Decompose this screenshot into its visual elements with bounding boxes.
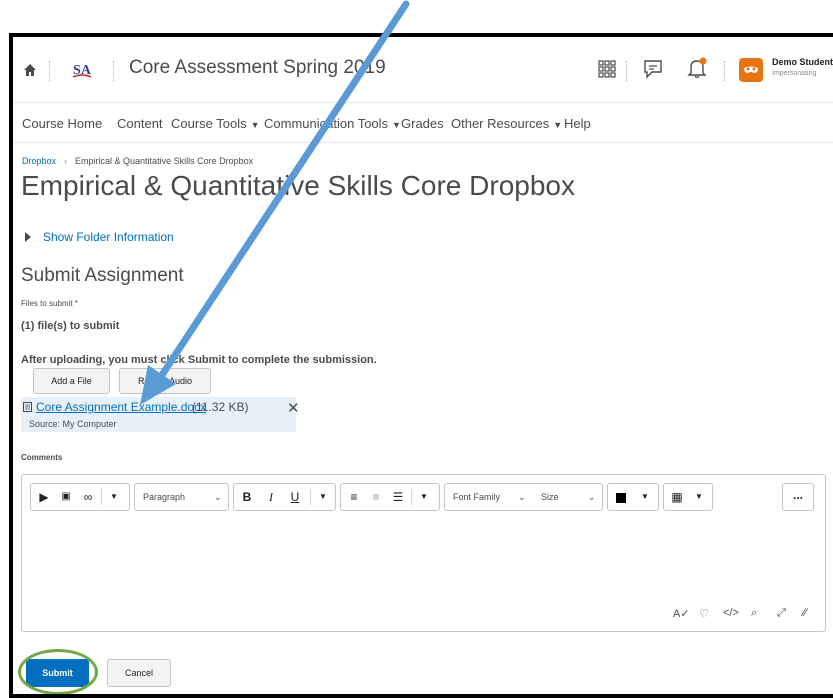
course-selector-icon[interactable] — [598, 60, 616, 78]
insert-group: ▶ ▣ ∞ ▼ — [30, 483, 130, 511]
fullscreen-icon[interactable]: ⤢ — [777, 607, 786, 620]
underline-icon[interactable]: U — [286, 484, 304, 510]
show-folder-information-toggle[interactable]: Show Folder Information — [25, 230, 174, 244]
breadcrumb: Dropbox › Empirical & Quantitative Skills … — [22, 156, 253, 166]
font-color-icon — [614, 484, 628, 510]
accessibility-check-icon[interactable]: ♡ — [699, 607, 709, 620]
insert-link-icon[interactable]: ∞ — [79, 484, 97, 510]
add-file-button[interactable]: Add a File — [33, 368, 110, 394]
user-status: Impersonating — [772, 70, 817, 77]
chevron-down-icon: ▼ — [250, 120, 260, 130]
more-options-button[interactable]: ... — [782, 483, 814, 511]
remove-file-icon[interactable]: ✕ — [287, 399, 300, 417]
font-family-dropdown[interactable]: Font Family — [453, 484, 500, 510]
notifications-icon[interactable] — [685, 56, 709, 80]
font-color-group[interactable]: ▼ — [607, 483, 659, 511]
indent-icon[interactable]: ≡ — [345, 484, 363, 510]
attached-file: Core Assignment Example.docx (11.32 KB) … — [21, 397, 300, 432]
bold-icon[interactable]: B — [238, 484, 256, 510]
lms-window: SA Core Assessment Spring 2019 Demo Stud… — [9, 33, 833, 698]
chevron-down-icon: ▼ — [641, 492, 649, 501]
chevron-down-icon: ⌄ — [588, 492, 596, 502]
home-icon[interactable] — [23, 63, 37, 77]
comments-label: Comments — [21, 453, 63, 462]
files-count: (1) file(s) to submit — [21, 320, 120, 332]
nav-content[interactable]: Content — [117, 116, 163, 131]
size-dropdown[interactable]: Size — [541, 484, 559, 510]
chevron-down-icon[interactable]: ▼ — [105, 484, 123, 510]
nav-help[interactable]: Help — [564, 116, 591, 131]
chevron-down-icon: ⌄ — [214, 492, 222, 502]
cancel-button[interactable]: Cancel — [107, 659, 171, 687]
message-alerts-icon[interactable] — [642, 58, 664, 80]
file-size: (11.32 KB) — [192, 400, 249, 414]
outdent-icon[interactable]: ≡ — [367, 484, 385, 510]
editor-toolbar: ▶ ▣ ∞ ▼ Paragraph ⌄ B I U ▼ ≡ ≡ ☰ ▼ Font… — [30, 483, 817, 511]
paragraph-dropdown[interactable]: Paragraph ⌄ — [134, 483, 229, 511]
italic-icon[interactable]: I — [262, 484, 280, 510]
file-name-link[interactable]: Core Assignment Example.docx — [36, 400, 206, 414]
chevron-down-icon: ⌄ — [518, 492, 526, 502]
record-audio-button[interactable]: Record Audio — [119, 368, 211, 394]
spellcheck-icon[interactable]: A✓ — [673, 607, 690, 620]
university-logo[interactable]: SA — [69, 57, 95, 81]
header-divider — [113, 61, 114, 81]
page-title: Empirical & Quantitative Skills Core Dro… — [21, 170, 575, 201]
submit-highlight-ring — [18, 649, 98, 694]
table-group[interactable]: ▦ ▼ — [663, 483, 713, 511]
file-source: Source: My Computer — [29, 419, 117, 429]
breadcrumb-dropbox-link[interactable]: Dropbox — [22, 156, 56, 166]
nav-grades[interactable]: Grades — [401, 116, 444, 131]
expand-triangle-icon — [25, 231, 31, 242]
user-name[interactable]: Demo Student — [772, 57, 833, 67]
list-icon[interactable]: ☰ — [389, 484, 407, 510]
comments-editor[interactable]: ▶ ▣ ∞ ▼ Paragraph ⌄ B I U ▼ ≡ ≡ ☰ ▼ Font… — [21, 474, 826, 632]
text-style-group: B I U ▼ — [233, 483, 336, 511]
chevron-down-icon: ▼ — [392, 120, 401, 130]
top-header: SA Core Assessment Spring 2019 Demo Stud… — [13, 37, 833, 103]
user-avatar[interactable] — [739, 58, 763, 82]
chevron-down-icon[interactable]: ▼ — [415, 484, 433, 510]
font-group: Font Family ⌄ Size ⌄ — [444, 483, 603, 511]
alignment-group: ≡ ≡ ☰ ▼ — [340, 483, 440, 511]
upload-note: After uploading, you must click Submit t… — [21, 354, 377, 366]
editor-status-icons: A✓ ♡ </> ⌕ ⤢ ∕∕ — [657, 607, 817, 623]
header-divider — [724, 61, 725, 81]
resize-handle-icon[interactable]: ∕∕ — [803, 607, 807, 619]
toolbar-divider — [411, 489, 412, 505]
breadcrumb-current: Empirical & Quantitative Skills Core Dro… — [75, 156, 254, 166]
section-title: Submit Assignment — [21, 265, 184, 286]
header-divider — [49, 61, 50, 81]
toolbar-divider — [101, 489, 102, 505]
source-code-icon[interactable]: </> — [723, 607, 739, 619]
course-navbar: Course Home Content Course Tools ▼ Commun… — [13, 103, 833, 143]
chevron-down-icon[interactable]: ▼ — [314, 484, 332, 510]
chevron-down-icon: ▼ — [695, 492, 703, 501]
nav-communication-tools[interactable]: Communication Tools ▼ — [264, 116, 401, 131]
nav-course-tools[interactable]: Course Tools ▼ — [171, 116, 260, 131]
impersonation-mask-icon — [744, 66, 758, 73]
paragraph-label: Paragraph — [143, 492, 186, 502]
header-divider — [626, 61, 627, 81]
toolbar-divider — [310, 489, 311, 505]
more-options-label: ... — [792, 488, 803, 502]
files-to-submit-label: Files to submit * — [21, 299, 78, 308]
nav-course-home[interactable]: Course Home — [22, 116, 102, 131]
insert-table-icon: ▦ — [671, 490, 683, 504]
insert-video-icon[interactable]: ▶ — [35, 484, 53, 510]
course-title[interactable]: Core Assessment Spring 2019 — [129, 57, 386, 79]
insert-image-icon[interactable]: ▣ — [57, 484, 75, 510]
chevron-down-icon: ▼ — [553, 120, 563, 130]
breadcrumb-separator-icon: › — [64, 156, 68, 166]
document-icon — [23, 402, 32, 412]
preview-icon[interactable]: ⌕ — [751, 607, 757, 620]
nav-other-resources[interactable]: Other Resources ▼ — [451, 116, 562, 131]
